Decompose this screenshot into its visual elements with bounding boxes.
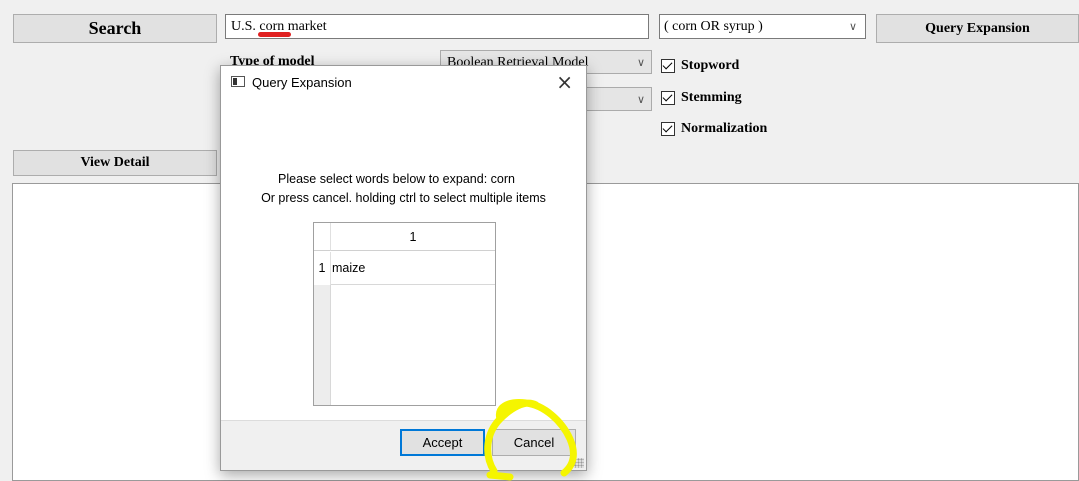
chevron-down-icon: ∨ — [848, 20, 857, 33]
stemming-checkbox[interactable]: Stemming — [661, 90, 742, 106]
checkbox-checked-icon — [661, 122, 675, 136]
dialog-message-line1: Please select words below to expand: cor… — [278, 172, 515, 186]
stopword-checkbox[interactable]: Stopword — [661, 58, 739, 74]
table-cell[interactable]: maize — [331, 252, 495, 285]
expansion-select[interactable]: ( corn OR syrup ) ∨ — [659, 14, 866, 39]
row-header-gutter — [314, 285, 331, 405]
dialog-titlebar[interactable]: Query Expansion × — [221, 66, 586, 98]
search-button[interactable]: Search — [13, 14, 217, 43]
stemming-label: Stemming — [681, 90, 742, 105]
dialog-title: Query Expansion — [252, 75, 352, 90]
annotation-circle — [484, 399, 577, 481]
checkbox-checked-icon — [661, 59, 675, 73]
chevron-down-icon: ∨ — [636, 93, 645, 106]
chevron-down-icon: ∨ — [636, 56, 645, 69]
row-header[interactable]: 1 — [314, 252, 331, 285]
view-detail-button[interactable]: View Detail — [13, 150, 217, 176]
column-header[interactable]: 1 — [331, 223, 495, 251]
dialog-message-line2: Or press cancel. holding ctrl to select … — [261, 191, 546, 205]
app-window-icon — [231, 76, 245, 87]
normalization-label: Normalization — [681, 121, 768, 136]
query-expansion-button[interactable]: Query Expansion — [876, 14, 1079, 43]
checkbox-checked-icon — [661, 91, 675, 105]
table-corner — [314, 223, 331, 251]
stopword-label: Stopword — [681, 58, 740, 73]
expansion-table[interactable]: 1 1 maize — [313, 222, 496, 406]
close-icon[interactable]: × — [556, 70, 573, 94]
normalization-checkbox[interactable]: Normalization — [661, 121, 767, 137]
spellcheck-underline — [258, 32, 291, 37]
expansion-select-value: ( corn OR syrup ) — [664, 19, 763, 34]
dialog-message: Please select words below to expand: cor… — [221, 170, 586, 208]
